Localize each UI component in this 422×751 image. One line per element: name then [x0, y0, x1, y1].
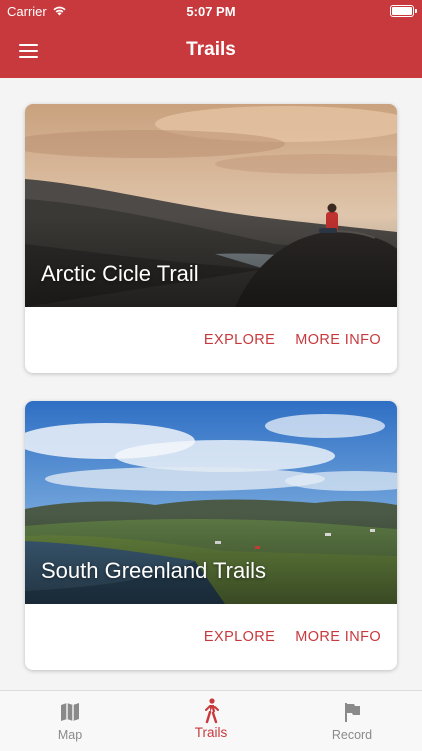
tab-label: Record	[331, 728, 373, 742]
nav-bar: Trails	[0, 24, 422, 78]
tab-label: Trails	[194, 725, 228, 740]
status-right	[390, 5, 417, 17]
trail-card-title: Arctic Cicle Trail	[41, 261, 199, 286]
battery-icon	[390, 5, 417, 17]
more-info-button[interactable]: MORE INFO	[285, 324, 391, 356]
trail-card[interactable]: Arctic Cicle Trail EXPLORE MORE INFO	[25, 104, 397, 373]
trail-card[interactable]: South Greenland Trails EXPLORE MORE INFO	[25, 401, 397, 670]
trail-card-title: South Greenland Trails	[41, 558, 267, 583]
tab-trails[interactable]: Trails	[141, 691, 281, 751]
page-title: Trails	[186, 39, 236, 60]
trail-card-actions: EXPLORE MORE INFO	[25, 307, 397, 373]
tab-label: Map	[57, 728, 83, 742]
explore-button[interactable]: EXPLORE	[194, 621, 285, 653]
more-info-button[interactable]: MORE INFO	[285, 621, 391, 653]
tab-record[interactable]: Record	[282, 691, 422, 751]
explore-button[interactable]: EXPLORE	[194, 324, 285, 356]
map-icon	[59, 701, 81, 728]
tab-bar: Map Trails Record	[0, 690, 422, 751]
trail-card-image: Arctic Cicle Trail	[25, 104, 397, 307]
flag-icon	[341, 701, 363, 728]
trail-card-actions: EXPLORE MORE INFO	[25, 604, 397, 670]
status-bar: Carrier 5:07 PM	[0, 0, 422, 24]
tab-map[interactable]: Map	[0, 691, 140, 751]
status-time: 5:07 PM	[186, 4, 236, 19]
trail-card-image: South Greenland Trails	[25, 401, 397, 604]
